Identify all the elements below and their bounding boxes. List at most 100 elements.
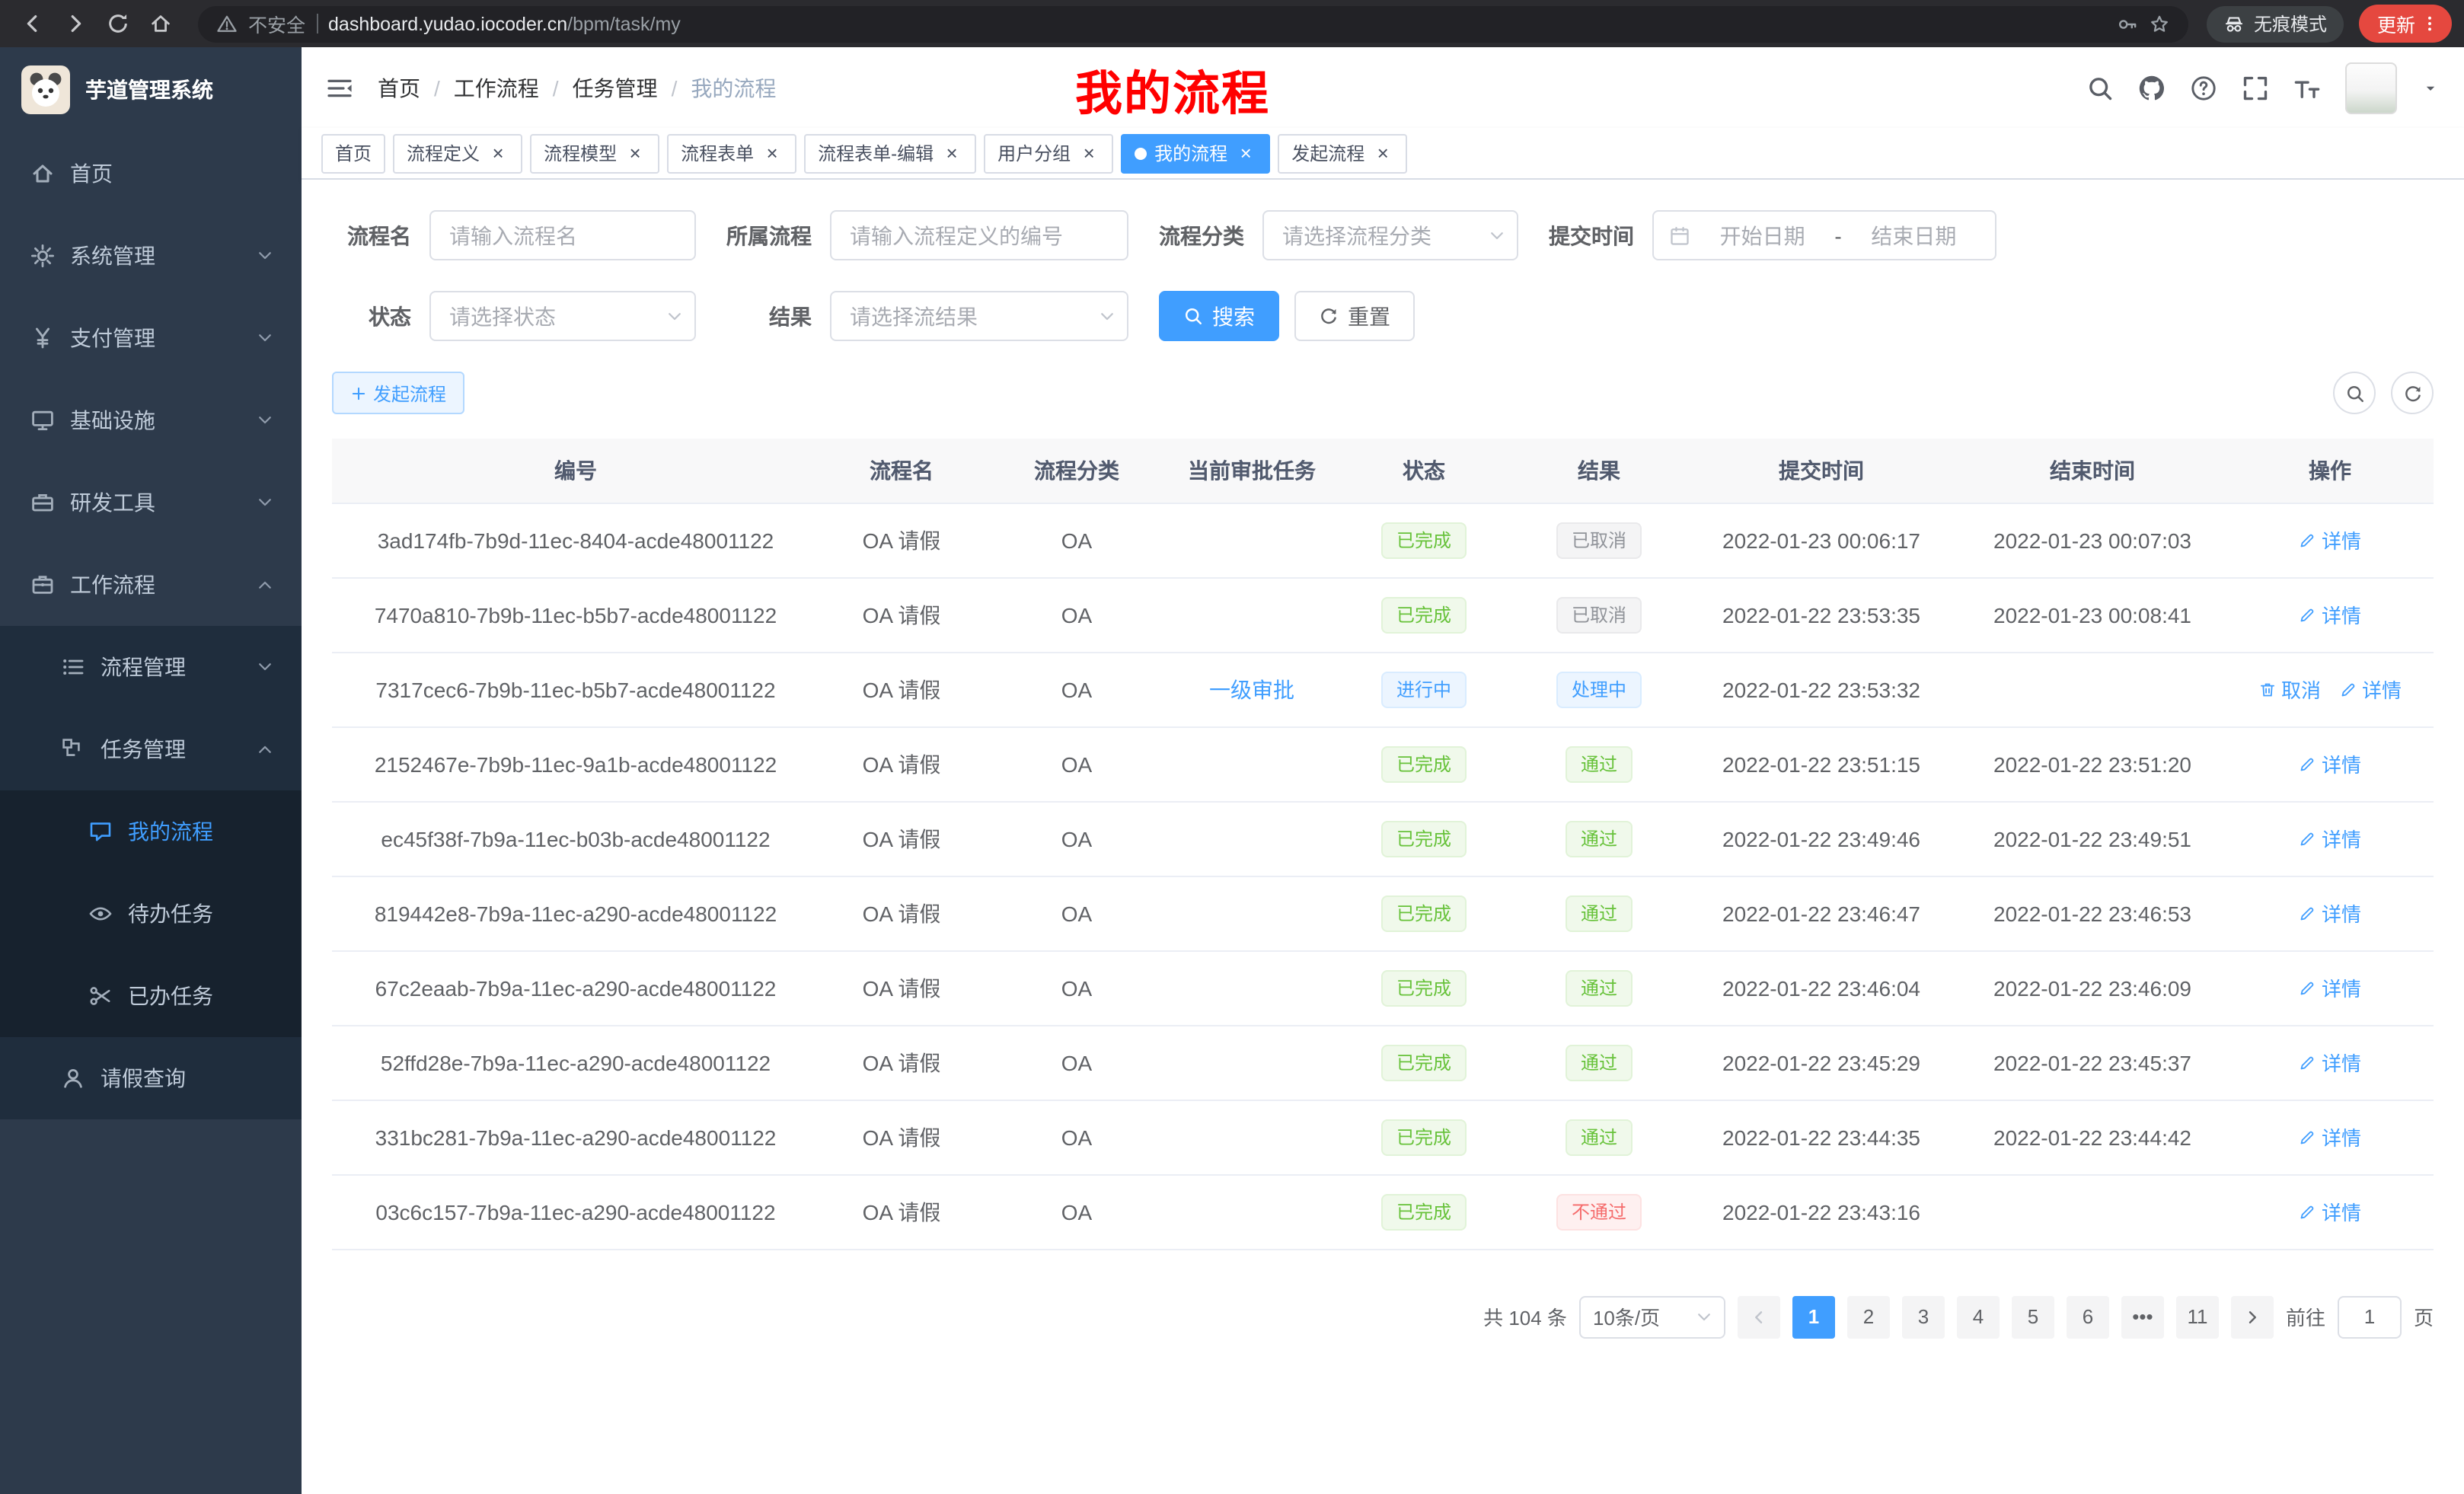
close-icon[interactable]: × [941, 142, 962, 164]
sidebar-item-done-tasks[interactable]: 已办任务 [0, 955, 302, 1037]
task-link[interactable]: 一级审批 [1209, 677, 1294, 701]
fullscreen-icon[interactable] [2242, 74, 2269, 101]
page-button-11[interactable]: 11 [2176, 1295, 2219, 1338]
tab-process-form-edit[interactable]: 流程表单-编辑× [804, 133, 976, 173]
close-icon[interactable]: × [1372, 142, 1393, 164]
sidebar-item-infrastructure[interactable]: 基础设施 [0, 379, 302, 461]
detail-link[interactable]: 详情 [2299, 1048, 2361, 1077]
sidebar-item-payment[interactable]: 支付管理 [0, 297, 302, 379]
cancel-link[interactable]: 取消 [2258, 675, 2321, 704]
app-logo[interactable]: 芋道管理系统 [0, 47, 302, 132]
detail-link[interactable]: 详情 [2299, 899, 2361, 927]
breadcrumb-item[interactable]: 首页 [378, 72, 420, 103]
browser-toolbar: 不安全 dashboard.yudao.iocoder.cn/bpm/task/… [0, 0, 2464, 47]
chevron-down-icon [256, 411, 274, 429]
close-icon[interactable]: × [624, 142, 646, 164]
caret-down-icon[interactable] [2421, 78, 2440, 97]
back-icon[interactable] [12, 4, 52, 43]
chevron-left-icon [1750, 1307, 1768, 1326]
tab-process-definition[interactable]: 流程定义× [393, 133, 522, 173]
page-button-1[interactable]: 1 [1792, 1295, 1835, 1338]
sidebar-item-workflow[interactable]: 工作流程 [0, 544, 302, 626]
menu-dots-icon[interactable] [2420, 14, 2440, 34]
start-date-placeholder[interactable]: 开始日期 [1696, 220, 1828, 251]
monitor-icon [30, 408, 55, 433]
page-size-select[interactable] [1579, 1295, 1725, 1338]
address-bar[interactable]: 不安全 dashboard.yudao.iocoder.cn/bpm/task/… [198, 5, 2188, 42]
search-button[interactable]: 搜索 [1159, 291, 1279, 341]
result-badge: 通过 [1566, 1044, 1633, 1081]
url-text[interactable]: dashboard.yudao.iocoder.cn/bpm/task/my [328, 13, 681, 34]
result-select[interactable] [830, 291, 1128, 341]
end-date-placeholder[interactable]: 结束日期 [1848, 220, 1980, 251]
star-icon[interactable] [2149, 13, 2170, 34]
hamburger-icon[interactable] [326, 75, 353, 100]
prev-page-button[interactable] [1738, 1295, 1780, 1338]
sidebar-item-todo-tasks[interactable]: 待办任务 [0, 873, 302, 955]
close-icon[interactable]: × [1235, 142, 1256, 164]
tab-my-process[interactable]: 我的流程× [1121, 133, 1270, 173]
refresh-table-button[interactable] [2391, 372, 2434, 414]
cell-end-time: 2022-01-22 23:46:53 [1958, 876, 2226, 950]
forward-icon[interactable] [55, 4, 94, 43]
help-icon[interactable] [2190, 74, 2217, 101]
category-select-input[interactable] [1262, 210, 1518, 260]
sidebar-item-home[interactable]: 首页 [0, 132, 302, 215]
tab-process-model[interactable]: 流程模型× [530, 133, 659, 173]
result-select-input[interactable] [830, 291, 1128, 341]
github-icon[interactable] [2138, 74, 2166, 101]
category-select[interactable] [1262, 210, 1518, 260]
sidebar-item-system[interactable]: 系统管理 [0, 215, 302, 297]
cell-result: 通过 [1514, 1025, 1684, 1100]
key-icon[interactable] [2117, 13, 2138, 34]
font-size-icon[interactable] [2293, 74, 2321, 101]
page-button-5[interactable]: 5 [2012, 1295, 2054, 1338]
sidebar-item-task-management[interactable]: 任务管理 [0, 708, 302, 790]
update-button[interactable]: 更新 [2359, 5, 2452, 43]
goto-page-input[interactable] [2338, 1295, 2402, 1338]
detail-link[interactable]: 详情 [2299, 1122, 2361, 1151]
tab-home[interactable]: 首页 [321, 133, 385, 173]
sidebar-item-process-management[interactable]: 流程管理 [0, 626, 302, 708]
page-button-6[interactable]: 6 [2067, 1295, 2109, 1338]
tab-process-form[interactable]: 流程表单× [667, 133, 796, 173]
search-icon[interactable] [2086, 74, 2114, 101]
close-icon[interactable]: × [1078, 142, 1100, 164]
reset-button[interactable]: 重置 [1294, 291, 1415, 341]
sidebar-item-my-process[interactable]: 我的流程 [0, 790, 302, 873]
tab-start-process[interactable]: 发起流程× [1278, 133, 1407, 173]
detail-link[interactable]: 详情 [2299, 824, 2361, 853]
detail-link[interactable]: 详情 [2299, 749, 2361, 778]
page-button-2[interactable]: 2 [1847, 1295, 1890, 1338]
filter-row-1: 流程名 所属流程 流程分类 提交时间 开始日期 - [332, 210, 2434, 260]
close-icon[interactable]: × [761, 142, 783, 164]
detail-link[interactable]: 详情 [2299, 600, 2361, 629]
detail-link[interactable]: 详情 [2339, 675, 2402, 704]
page-button-3[interactable]: 3 [1902, 1295, 1945, 1338]
breadcrumb-item[interactable]: 工作流程 [454, 72, 539, 103]
cell-actions: 详情 [2226, 726, 2434, 801]
start-process-button[interactable]: 发起流程 [332, 372, 464, 414]
process-name-input[interactable] [429, 210, 696, 260]
status-select[interactable] [429, 291, 696, 341]
sidebar-item-devtools[interactable]: 研发工具 [0, 461, 302, 544]
tab-user-group[interactable]: 用户分组× [984, 133, 1113, 173]
status-select-input[interactable] [429, 291, 696, 341]
close-icon[interactable]: × [487, 142, 509, 164]
detail-link[interactable]: 详情 [2299, 525, 2361, 554]
result-badge: 已取消 [1556, 596, 1642, 633]
pagination-ellipsis[interactable]: ••• [2121, 1295, 2164, 1338]
annotation-title: 我的流程 [1075, 55, 1270, 123]
date-range-picker[interactable]: 开始日期 - 结束日期 [1652, 210, 1996, 260]
breadcrumb-item[interactable]: 任务管理 [573, 72, 658, 103]
toggle-search-button[interactable] [2333, 372, 2376, 414]
detail-link[interactable]: 详情 [2299, 1197, 2361, 1226]
detail-link[interactable]: 详情 [2299, 973, 2361, 1002]
process-id-input[interactable] [830, 210, 1128, 260]
avatar[interactable] [2345, 62, 2397, 113]
reload-icon[interactable] [97, 4, 137, 43]
sidebar-item-leave-query[interactable]: 请假查询 [0, 1037, 302, 1119]
browser-home-icon[interactable] [140, 4, 180, 43]
next-page-button[interactable] [2231, 1295, 2274, 1338]
page-button-4[interactable]: 4 [1957, 1295, 2000, 1338]
